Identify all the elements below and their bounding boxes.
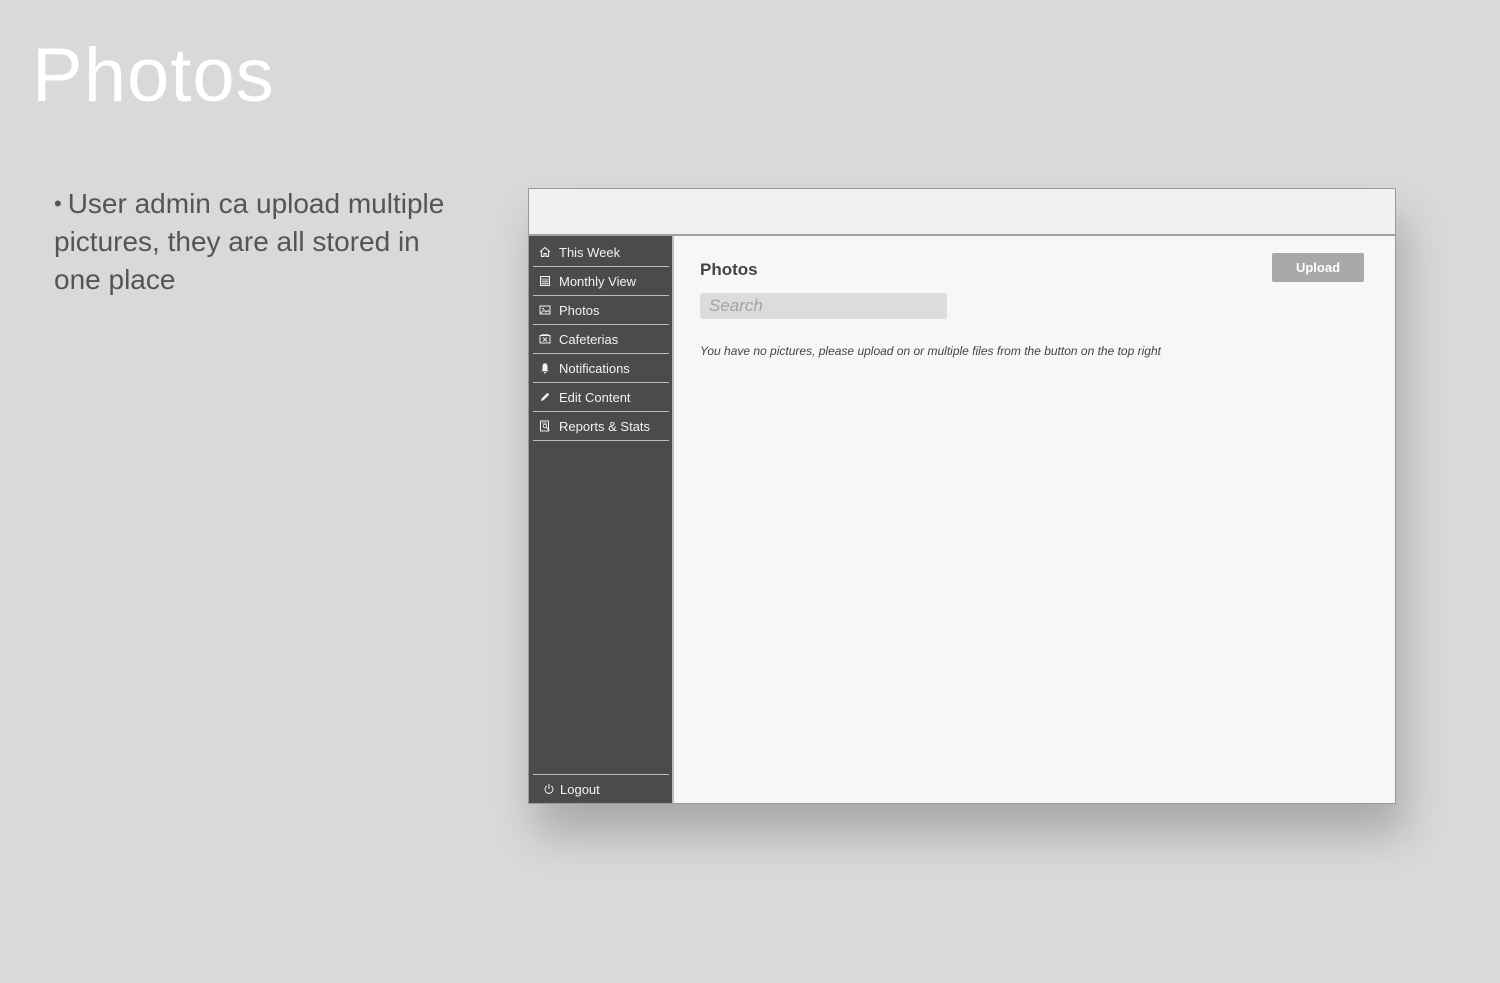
sidebar-item-notifications[interactable]: Notifications <box>533 354 669 383</box>
app-window: This Week Monthly View Photos Cafeterias… <box>528 188 1396 804</box>
sidebar-item-label: Photos <box>559 302 600 318</box>
sidebar-item-label: Cafeterias <box>559 331 619 347</box>
sidebar-item-this-week[interactable]: This Week <box>533 238 669 267</box>
sidebar-item-label: This Week <box>559 244 621 260</box>
sidebar: This Week Monthly View Photos Cafeterias… <box>529 236 674 803</box>
pencil-icon <box>538 390 552 404</box>
slide-title: Photos <box>32 33 275 118</box>
power-icon <box>542 782 556 796</box>
sidebar-item-cafeterias[interactable]: Cafeterias <box>533 325 669 354</box>
app-top-bar <box>529 189 1395 236</box>
page-title: Photos <box>700 260 758 279</box>
report-icon <box>538 419 552 433</box>
sidebar-item-monthly-view[interactable]: Monthly View <box>533 267 669 296</box>
sidebar-item-label: Monthly View <box>559 273 637 289</box>
sidebar-item-photos[interactable]: Photos <box>533 296 669 325</box>
bullet-dot: • <box>54 191 62 216</box>
empty-state-message: You have no pictures, please upload on o… <box>700 344 1161 358</box>
image-icon <box>538 303 552 317</box>
bell-icon <box>538 361 552 375</box>
sidebar-item-label: Reports & Stats <box>559 418 651 434</box>
search-input[interactable] <box>700 293 947 319</box>
logout-button[interactable]: Logout <box>533 774 669 803</box>
sidebar-item-label: Notifications <box>559 360 630 376</box>
sidebar-item-edit-content[interactable]: Edit Content <box>533 383 669 412</box>
cafeteria-icon <box>538 332 552 346</box>
calendar-icon <box>538 274 552 288</box>
main-content: Photos Upload You have no pictures, plea… <box>674 236 1395 803</box>
sidebar-item-reports-stats[interactable]: Reports & Stats <box>533 412 669 441</box>
sidebar-item-label: Edit Content <box>559 389 631 405</box>
slide-bullet: • User admin ca upload multiple pictures,… <box>54 185 454 299</box>
home-icon <box>538 245 552 259</box>
slide-bullet-text: User admin ca upload multiple pictures, … <box>54 188 445 295</box>
logout-label: Logout <box>560 781 600 797</box>
upload-button[interactable]: Upload <box>1272 253 1364 282</box>
